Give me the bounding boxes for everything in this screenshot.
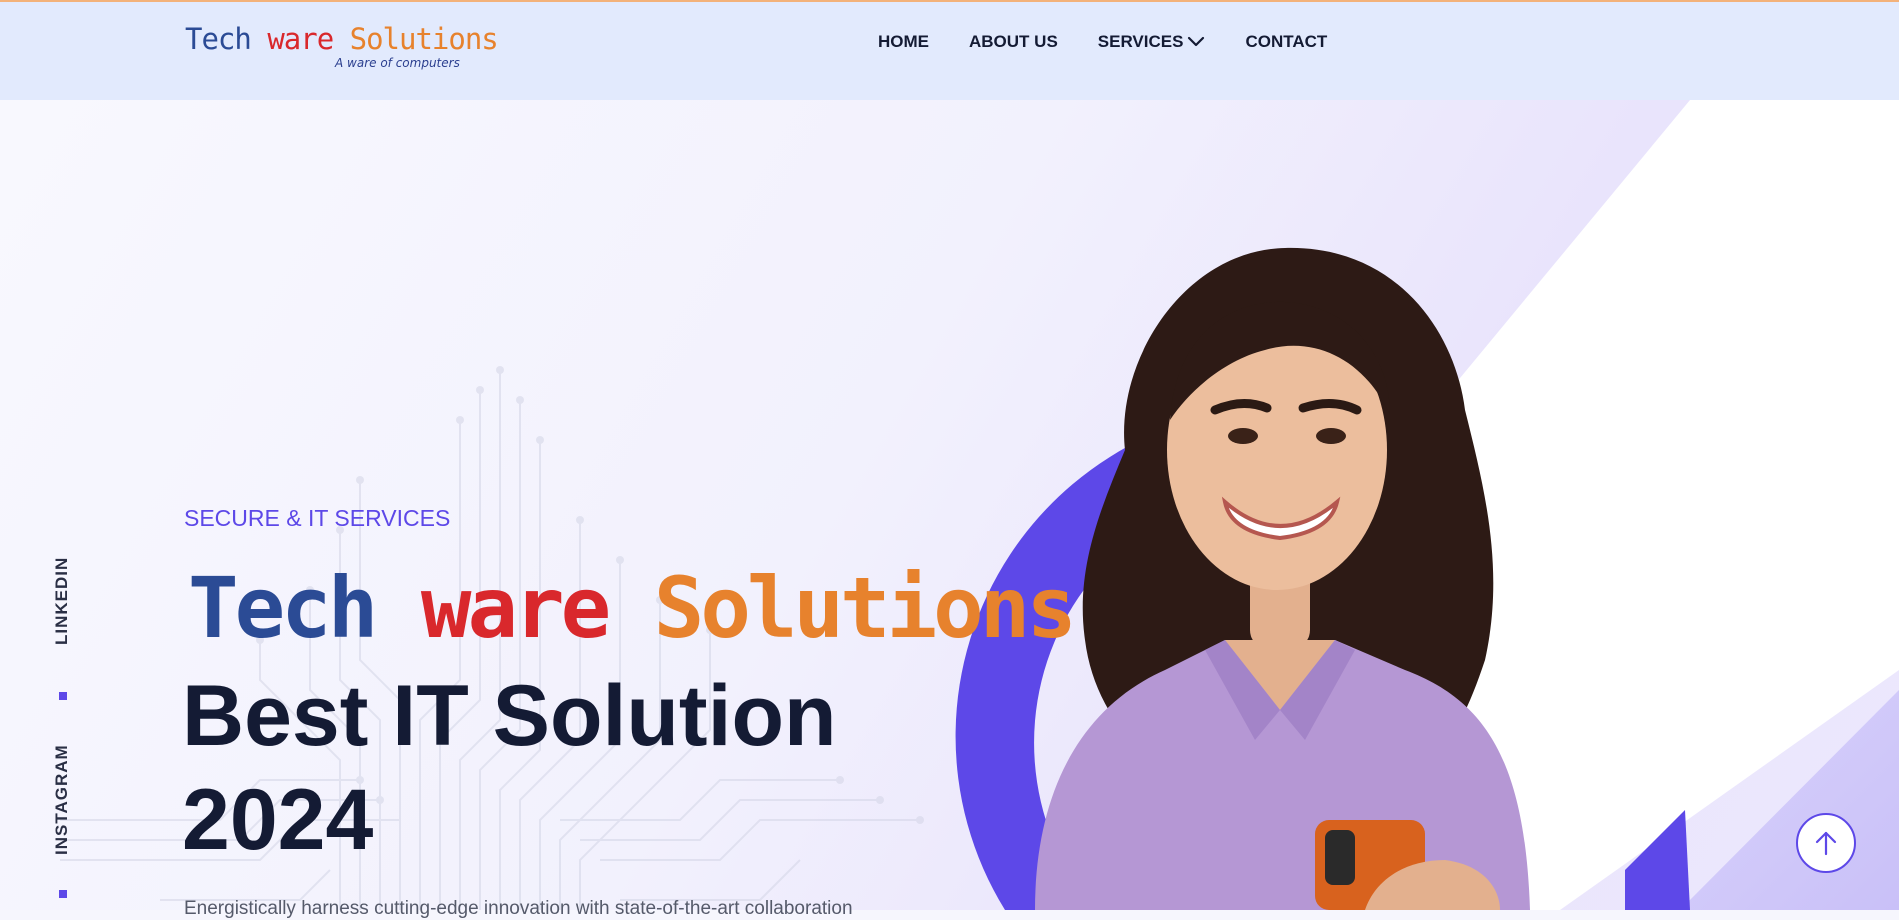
nav-home[interactable]: HOME: [878, 32, 929, 52]
nav-about-us-label: ABOUT US: [969, 32, 1058, 51]
logo-tagline: A ware of computers: [335, 56, 460, 70]
arrow-up-icon: [1815, 831, 1837, 856]
hero-kicker: SECURE & IT SERVICES: [184, 505, 451, 531]
main-nav: HOME ABOUT US SERVICES CONTACT: [878, 32, 1327, 52]
social-link-instagram[interactable]: INSTAGRAM: [42, 740, 82, 855]
hero-brand-wordmark: Tech ware Solutions: [188, 559, 1077, 657]
logo-word-solutions: Solutions: [349, 22, 499, 56]
nav-contact[interactable]: CONTACT: [1245, 32, 1327, 52]
hero-headline-line2: 2024: [182, 772, 374, 868]
site-header: Tech ware Solutions A ware of computers …: [0, 2, 1899, 100]
logo-word-ware: ware: [267, 22, 334, 56]
hero-paragraph: Energistically harness cutting-edge inno…: [184, 898, 853, 919]
nav-services-label: SERVICES: [1097, 32, 1184, 51]
scroll-to-top-button[interactable]: [1796, 813, 1856, 873]
social-separator-dot: [59, 890, 67, 898]
nav-contact-label: CONTACT: [1245, 32, 1328, 51]
logo-word-tech: Tech: [185, 22, 252, 56]
social-link-linkedin[interactable]: LINKEDIN: [42, 555, 82, 645]
hero-brand-solutions: Solutions: [653, 559, 1077, 657]
logo-wordmark: Tech ware Solutions: [185, 22, 499, 56]
hero-headline-line1: Best IT Solution: [182, 668, 837, 764]
hero-headline: Best IT Solution 2024: [182, 664, 902, 872]
nav-services[interactable]: SERVICES: [1098, 32, 1206, 52]
chevron-down-icon: [1188, 36, 1205, 47]
nav-about-us[interactable]: ABOUT US: [969, 32, 1058, 52]
social-links: LINKEDIN INSTAGRAM: [42, 555, 82, 910]
site-logo[interactable]: Tech ware Solutions A ware of computers: [185, 22, 499, 74]
nav-home-label: HOME: [878, 32, 929, 51]
social-separator-dot: [59, 692, 67, 700]
hero-brand-ware: ware: [420, 559, 611, 657]
hero-brand-tech: Tech: [188, 559, 378, 657]
